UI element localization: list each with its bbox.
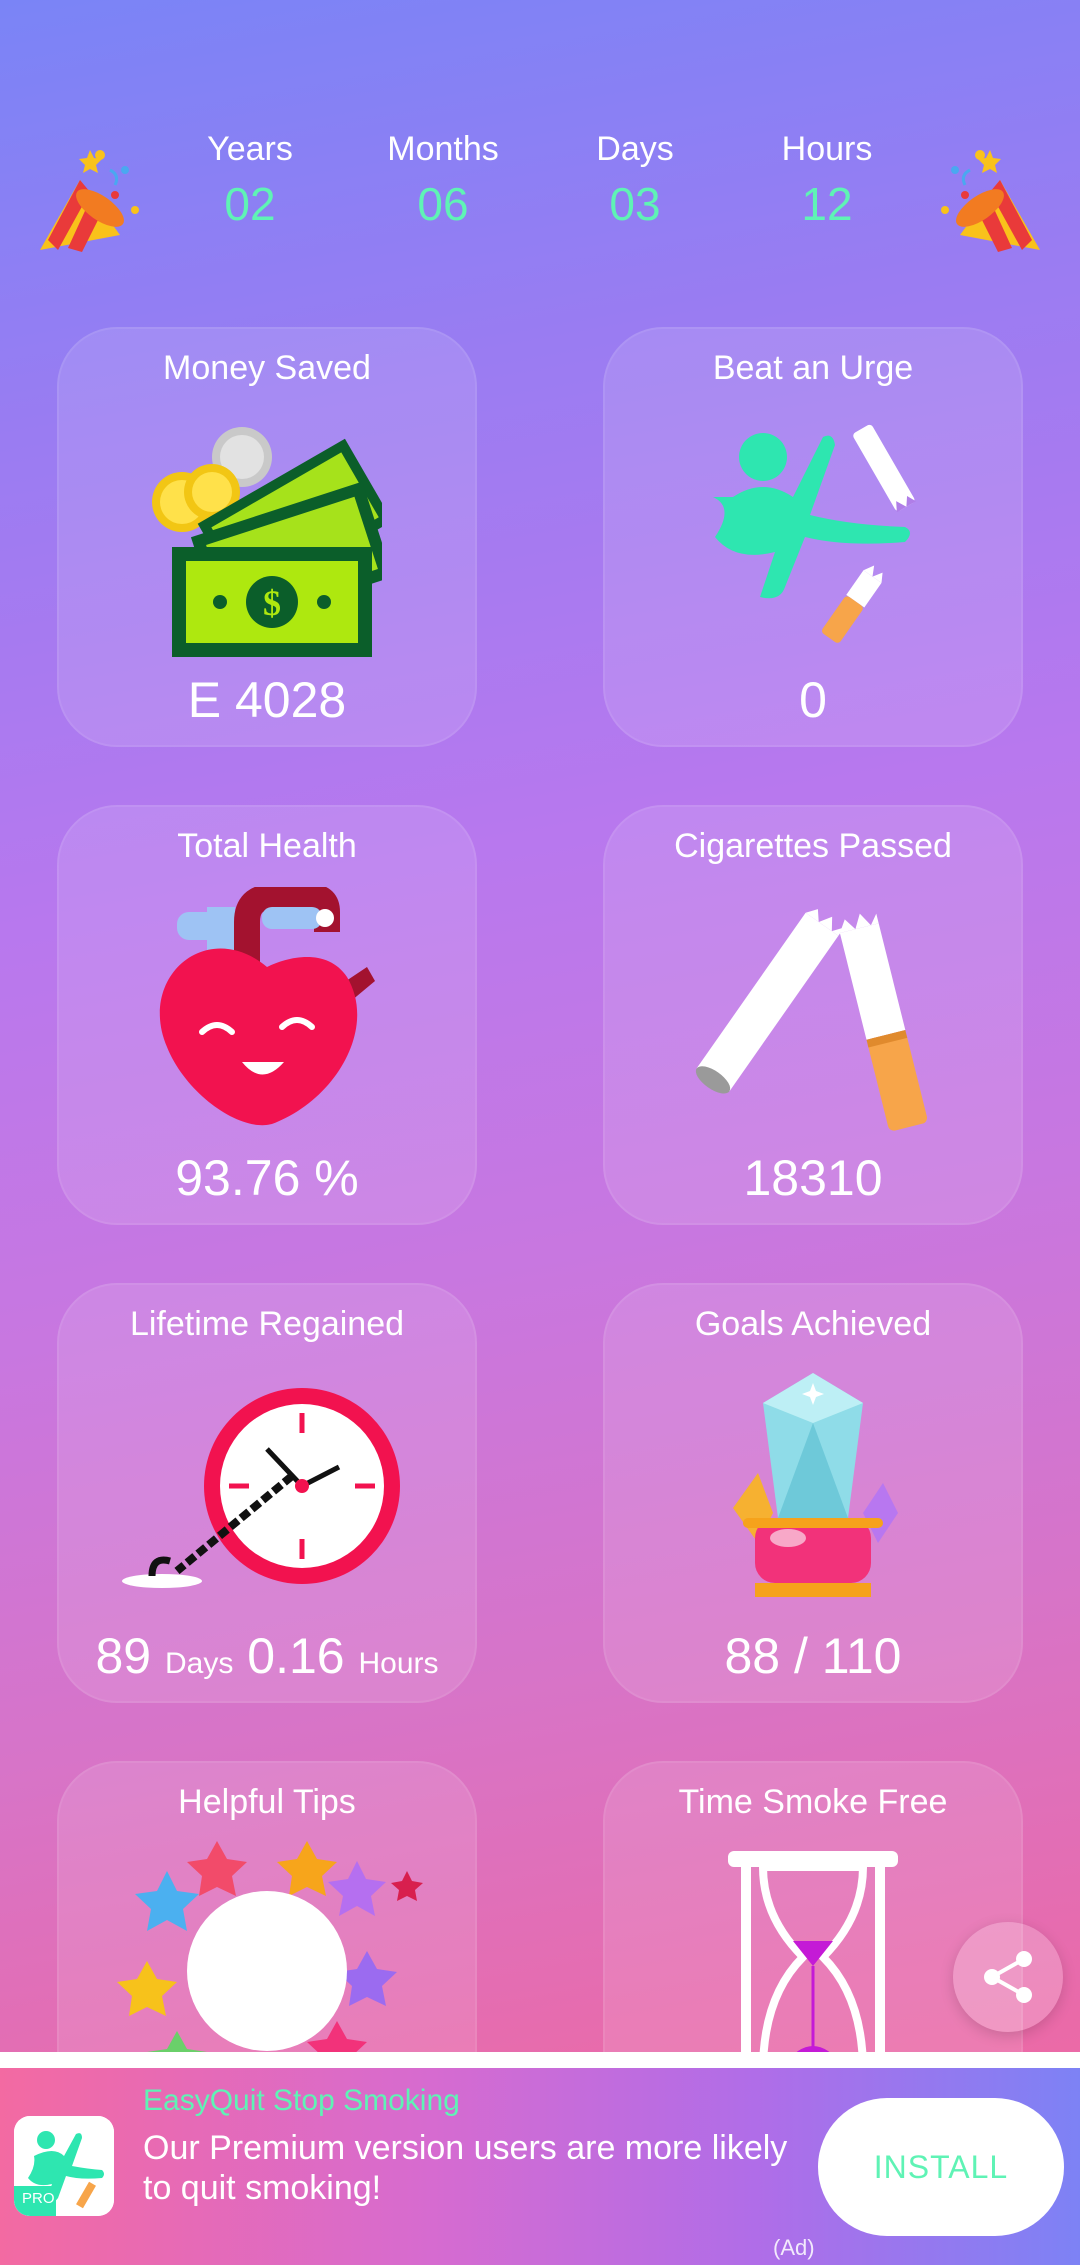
ad-description: Our Premium version users are more likel… — [143, 2129, 788, 2207]
hours-cell: Hours 12 — [727, 130, 927, 231]
beat-urge-value: 0 — [799, 672, 827, 728]
ad-app-name[interactable]: EasyQuit Stop Smoking — [143, 2084, 460, 2118]
app-icon-badge: PRO — [22, 2190, 55, 2207]
hourglass-icon — [723, 1851, 903, 2076]
card-title: Goals Achieved — [694, 1305, 932, 1343]
app-icon[interactable]: PRO — [14, 2116, 114, 2216]
years-value: 02 — [224, 178, 276, 230]
party-popper-right-icon — [930, 140, 1050, 270]
karate-kick-icon — [693, 417, 933, 662]
hours-value: 12 — [801, 178, 853, 230]
party-popper-left-icon — [30, 140, 150, 270]
money-icon: $ — [152, 417, 394, 662]
card-title: Lifetime Regained — [129, 1305, 405, 1343]
hours-label: Hours — [781, 130, 873, 168]
cigarettes-passed-card[interactable]: Cigarettes Passed 18310 — [603, 805, 1023, 1225]
days-label: Days — [596, 130, 674, 168]
card-title: Cigarettes Passed — [674, 827, 952, 865]
svg-text:$: $ — [263, 583, 281, 623]
cigarettes-passed-value: 18310 — [743, 1150, 883, 1206]
money-saved-value: E 4028 — [187, 672, 347, 728]
card-title: Helpful Tips — [178, 1783, 356, 1821]
lifetime-hours-unit: Hours — [358, 1647, 439, 1680]
total-health-value: 93.76 % — [175, 1150, 359, 1206]
card-title: Time Smoke Free — [678, 1783, 948, 1821]
months-value: 06 — [417, 178, 469, 230]
ad-banner[interactable]: PRO EasyQuit Stop Smoking Our Premium ve… — [0, 2068, 1080, 2265]
share-button[interactable] — [953, 1922, 1063, 2032]
broken-cigarette-icon — [683, 895, 943, 1140]
days-cell: Days 03 — [535, 130, 735, 231]
days-value: 03 — [609, 178, 661, 230]
ad-tag: (Ad) — [773, 2235, 815, 2260]
card-title: Beat an Urge — [712, 349, 914, 387]
ad-divider — [0, 2052, 1080, 2068]
install-button[interactable]: INSTALL — [818, 2098, 1064, 2236]
total-health-card[interactable]: Total Health 93.76 % — [57, 805, 477, 1225]
goals-achieved-card[interactable]: Goals Achieved 88 / 110 — [603, 1283, 1023, 1703]
years-cell: Years 02 — [150, 130, 350, 231]
lightbulb-stars-icon — [107, 1831, 427, 2086]
goals-achieved-value: 88 / 110 — [724, 1628, 902, 1684]
years-label: Years — [207, 130, 293, 168]
card-title: Total Health — [177, 827, 357, 865]
lifetime-regained-value: 89 Days 0.16 Hours — [57, 1627, 477, 1685]
clock-icon — [117, 1381, 417, 1606]
beat-urge-card[interactable]: Beat an Urge 0 — [603, 327, 1023, 747]
months-label: Months — [387, 130, 499, 168]
lifetime-regained-card[interactable]: Lifetime Regained 89 Days 0.16 Hours — [57, 1283, 477, 1703]
card-title: Money Saved — [163, 349, 371, 387]
lifetime-hours-value: 0.16 — [247, 1628, 345, 1684]
months-cell: Months 06 — [343, 130, 543, 231]
crystal-trophy-icon — [713, 1373, 913, 1618]
share-icon — [984, 1951, 1032, 2003]
lifetime-days-unit: Days — [165, 1647, 234, 1680]
heart-icon — [147, 884, 387, 1142]
lifetime-days-value: 89 — [95, 1628, 152, 1684]
money-saved-card[interactable]: Money Saved $ E 4028 — [57, 327, 477, 747]
